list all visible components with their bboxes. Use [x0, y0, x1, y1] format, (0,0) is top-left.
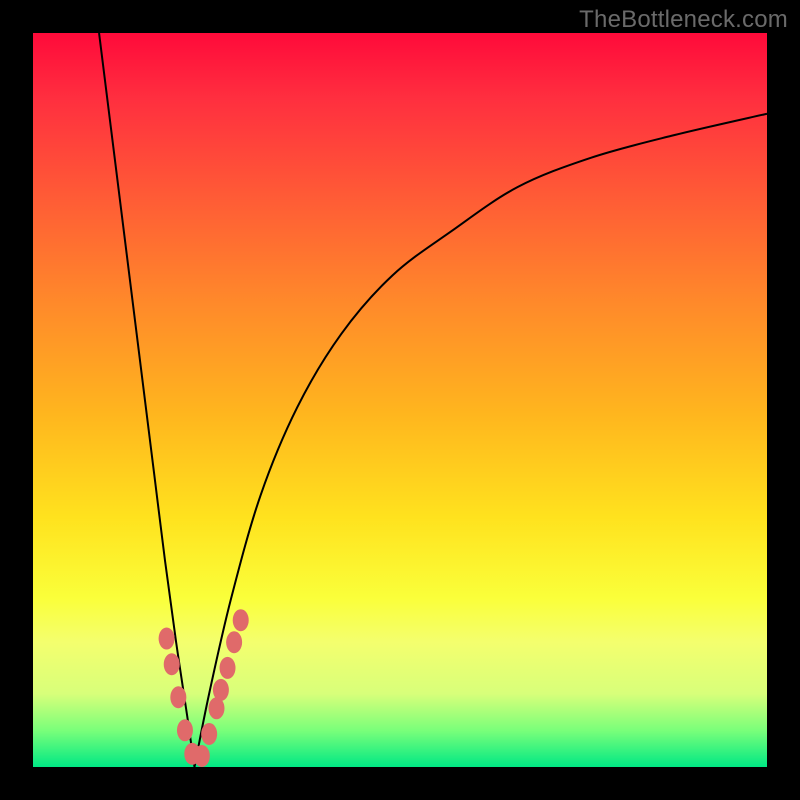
- bead-point: [233, 609, 249, 631]
- bead-point: [226, 631, 242, 653]
- curve-right-arm: [194, 114, 767, 767]
- bead-point: [194, 745, 210, 767]
- bead-point: [159, 628, 175, 650]
- watermark-text: TheBottleneck.com: [579, 6, 788, 34]
- bead-group: [159, 609, 249, 767]
- bead-point: [164, 653, 180, 675]
- curve-layer: [33, 33, 767, 767]
- bead-point: [201, 723, 217, 745]
- bead-point: [170, 686, 186, 708]
- chart-frame: TheBottleneck.com: [0, 0, 800, 800]
- curve-left-arm: [99, 33, 194, 767]
- bead-point: [177, 719, 193, 741]
- bead-point: [220, 657, 236, 679]
- plot-area: [33, 33, 767, 767]
- bead-point: [213, 679, 229, 701]
